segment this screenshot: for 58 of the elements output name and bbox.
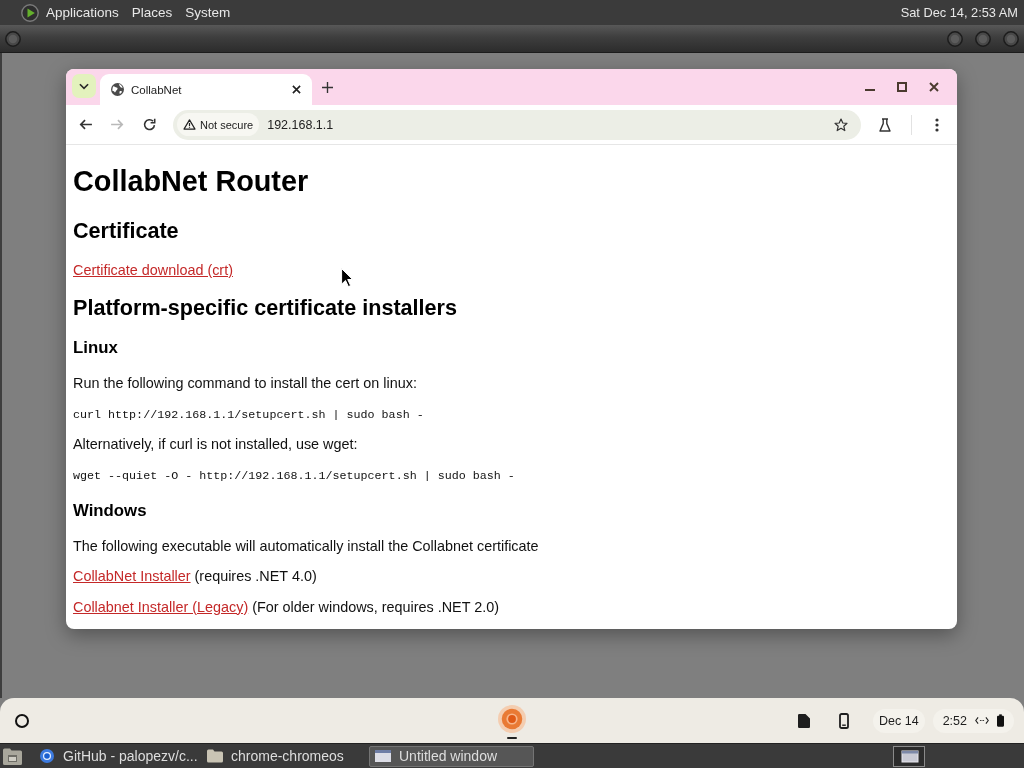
code-line: curl http://192.168.1.1/setupcert.sh | sudo bash - bbox=[73, 406, 425, 423]
security-chip[interactable]: Not secure bbox=[177, 113, 260, 136]
circle-button-icon[interactable] bbox=[1003, 30, 1019, 47]
circle-button-icon[interactable] bbox=[5, 30, 21, 47]
star-icon[interactable] bbox=[834, 117, 848, 132]
document-icon[interactable] bbox=[798, 713, 811, 728]
address-bar[interactable]: Not secure 192.168.1.1 bbox=[173, 109, 861, 140]
section-heading: Certificate bbox=[73, 218, 180, 244]
battery-icon bbox=[997, 714, 1004, 727]
plus-icon[interactable] bbox=[322, 81, 333, 93]
tab[interactable]: CollabNet bbox=[100, 74, 312, 105]
tab-list-button[interactable] bbox=[72, 74, 96, 98]
link[interactable]: Collabnet Installer (Legacy) bbox=[73, 598, 249, 615]
taskbar-button[interactable]: chrome-chromeos bbox=[201, 745, 366, 767]
maximize-icon[interactable] bbox=[897, 82, 907, 92]
paragraph: Alternatively, if curl is not installed, use wget: bbox=[73, 435, 359, 453]
play-logo-icon[interactable] bbox=[21, 3, 39, 22]
circle-button-icon[interactable] bbox=[975, 30, 991, 47]
mouse-pointer-icon bbox=[341, 268, 353, 287]
globe-icon bbox=[111, 83, 124, 96]
menu-item[interactable]: Applications bbox=[46, 5, 119, 20]
browser-icon bbox=[39, 749, 55, 763]
back-arrow-icon[interactable] bbox=[79, 119, 92, 130]
show-desktop-icon[interactable] bbox=[3, 747, 22, 765]
code-arrows-icon bbox=[975, 716, 989, 725]
link[interactable]: Certificate download (crt) bbox=[73, 262, 233, 278]
paragraph: Collabnet Installer (Legacy) (For older windows, requires .NET 2.0) bbox=[73, 597, 501, 616]
launcher-ring-icon[interactable] bbox=[15, 713, 29, 728]
phone-icon[interactable] bbox=[839, 712, 850, 729]
close-icon[interactable] bbox=[929, 82, 939, 92]
url-text: 192.168.1.1 bbox=[267, 117, 334, 132]
paragraph: CollabNet Installer (requires .NET 4.0) bbox=[73, 567, 318, 585]
workspace-switcher-icon[interactable] bbox=[893, 745, 925, 767]
link[interactable]: CollabNet Installer bbox=[73, 568, 191, 584]
subsection-heading: Linux bbox=[73, 338, 119, 358]
status-area-button[interactable]: 2:52 bbox=[932, 708, 1014, 733]
folder-icon bbox=[207, 749, 223, 763]
more-icon[interactable] bbox=[935, 117, 939, 132]
paragraph: The following executable will automatically install the Collabnet certificate bbox=[73, 536, 540, 555]
close-icon[interactable] bbox=[292, 85, 301, 94]
app-icon[interactable] bbox=[498, 705, 526, 733]
window-icon bbox=[375, 749, 391, 763]
code-line: wget --quiet -O - http://192.168.1.1/setupcert.sh | sudo bash - bbox=[73, 467, 516, 484]
section-heading: Platform-specific certificate installers bbox=[73, 295, 459, 321]
paragraph: Run the following command to install the cert on linux: bbox=[73, 374, 418, 392]
menu-item[interactable]: System bbox=[185, 5, 231, 20]
circle-button-icon[interactable] bbox=[947, 30, 963, 47]
reload-icon[interactable] bbox=[143, 118, 156, 131]
page-title: CollabNet Router bbox=[73, 164, 310, 198]
date-button[interactable]: Dec 14 bbox=[873, 708, 925, 733]
menu-item[interactable]: Places bbox=[131, 5, 173, 20]
clock: Sat Dec 14, 2:53 AM bbox=[900, 5, 1018, 20]
taskbar-button[interactable]: Untitled window bbox=[369, 745, 534, 767]
subsection-heading: Windows bbox=[73, 500, 148, 521]
taskbar-button[interactable]: GitHub - palopezv/c... bbox=[33, 745, 198, 767]
flask-icon[interactable] bbox=[879, 117, 891, 132]
chevron-down-icon bbox=[79, 82, 89, 90]
warning-icon bbox=[183, 119, 196, 130]
